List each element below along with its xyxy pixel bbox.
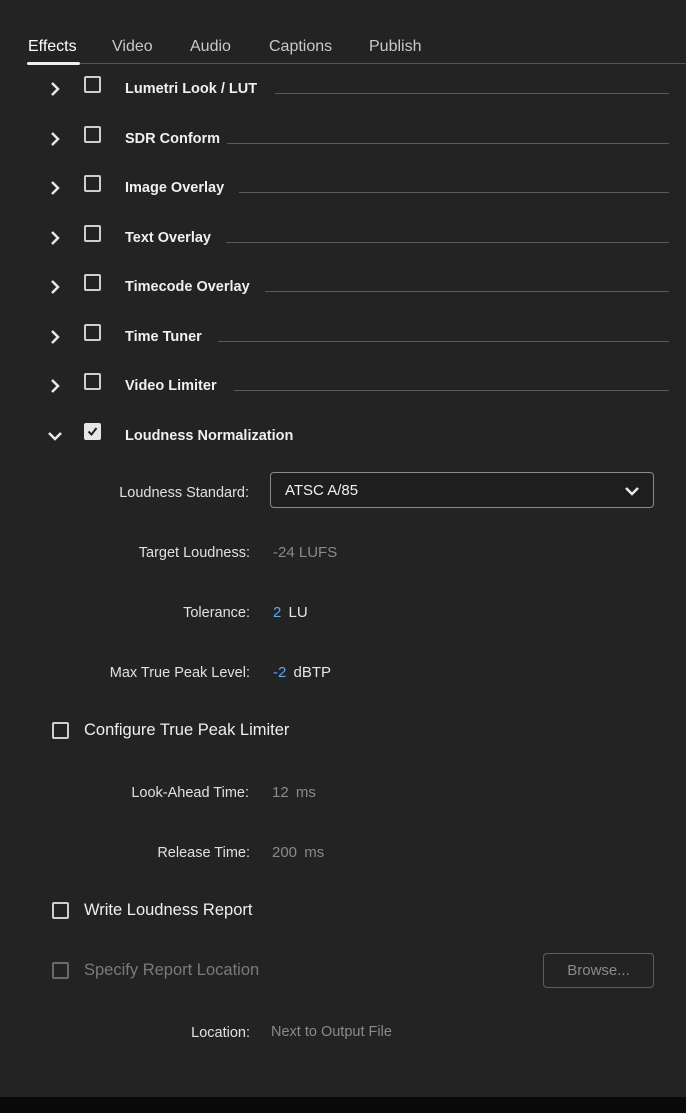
target-loudness-field: -24 LUFS [273, 544, 337, 561]
tolerance-field: 2 LU [273, 604, 308, 621]
effect-label[interactable]: Timecode Overlay [125, 279, 250, 295]
tab-publish[interactable]: Publish [369, 38, 421, 56]
effect-checkbox[interactable] [84, 175, 101, 192]
effect-checkbox[interactable] [84, 274, 101, 291]
effect-checkbox[interactable] [84, 373, 101, 390]
effect-label[interactable]: SDR Conform [125, 131, 220, 147]
effect-label[interactable]: Time Tuner [125, 329, 202, 345]
chevron-down-icon [623, 482, 641, 500]
section-divider [226, 242, 669, 243]
effect-section-image-overlay: Image Overlay [0, 172, 686, 202]
target-loudness-unit: LUFS [298, 544, 338, 561]
section-divider [218, 341, 669, 342]
effect-section-text-overlay: Text Overlay [0, 222, 686, 252]
effect-checkbox[interactable] [84, 225, 101, 242]
chevron-right-icon[interactable] [46, 377, 64, 395]
tolerance-label: Tolerance: [183, 605, 250, 621]
chevron-right-icon[interactable] [46, 278, 64, 296]
effect-label[interactable]: Lumetri Look / LUT [125, 81, 257, 97]
effect-label[interactable]: Video Limiter [125, 378, 217, 394]
section-divider [239, 192, 669, 193]
chevron-down-icon[interactable] [46, 427, 64, 445]
chevron-right-icon[interactable] [46, 80, 64, 98]
max-true-peak-field: -2 dBTP [273, 664, 331, 681]
tolerance-value[interactable]: 2 [273, 604, 281, 621]
loudness-standard-select[interactable]: ATSC A/85 [270, 472, 654, 508]
configure-limiter-checkbox[interactable] [52, 722, 69, 739]
effect-section-timecode-overlay: Timecode Overlay [0, 271, 686, 301]
effect-checkbox[interactable] [84, 126, 101, 143]
release-time-value: 200 [272, 844, 298, 861]
section-divider [265, 291, 669, 292]
tab-effects[interactable]: Effects [28, 38, 77, 56]
tolerance-unit: LU [288, 604, 308, 621]
loudness-standard-label: Loudness Standard: [119, 485, 249, 501]
chevron-right-icon[interactable] [46, 328, 64, 346]
specify-location-checkbox[interactable] [52, 962, 69, 979]
effect-section-loudness-normalization: Loudness Normalization [0, 420, 686, 450]
tab-video[interactable]: Video [112, 38, 153, 56]
effect-label[interactable]: Text Overlay [125, 230, 211, 246]
specify-location-label[interactable]: Specify Report Location [84, 961, 259, 980]
chevron-right-icon[interactable] [46, 229, 64, 247]
tab-captions[interactable]: Captions [269, 38, 332, 56]
section-divider [227, 143, 669, 144]
chevron-right-icon[interactable] [46, 130, 64, 148]
target-loudness-value: -24 [273, 544, 295, 561]
release-time-unit: ms [304, 844, 325, 861]
effect-section-lumetri: Lumetri Look / LUT [0, 73, 686, 103]
effect-section-time-tuner: Time Tuner [0, 321, 686, 351]
configure-limiter-label[interactable]: Configure True Peak Limiter [84, 721, 289, 740]
lookahead-time-field: 12 ms [272, 784, 316, 801]
location-value: Next to Output File [271, 1024, 392, 1040]
effect-section-sdr-conform: SDR Conform [0, 123, 686, 153]
location-label: Location: [191, 1025, 250, 1041]
browse-button[interactable]: Browse... [543, 953, 654, 988]
bottom-border [0, 1097, 686, 1113]
section-divider [275, 93, 669, 94]
effect-section-video-limiter: Video Limiter [0, 370, 686, 400]
lookahead-time-label: Look-Ahead Time: [131, 785, 249, 801]
release-time-label: Release Time: [157, 845, 250, 861]
active-tab-indicator [27, 62, 80, 65]
tab-divider [80, 63, 686, 64]
section-divider [234, 390, 669, 391]
lookahead-time-unit: ms [295, 784, 316, 801]
checkmark-icon [87, 427, 98, 437]
effect-checkbox[interactable] [84, 76, 101, 93]
write-report-label[interactable]: Write Loudness Report [84, 901, 252, 920]
tab-bar: Effects Video Audio Captions Publish [0, 0, 686, 66]
tab-audio[interactable]: Audio [190, 38, 231, 56]
lookahead-time-value: 12 [272, 784, 289, 801]
effect-label[interactable]: Loudness Normalization [125, 428, 293, 444]
max-true-peak-label: Max True Peak Level: [109, 665, 250, 681]
max-true-peak-value[interactable]: -2 [273, 664, 286, 681]
effect-checkbox[interactable] [84, 324, 101, 341]
effect-checkbox-checked[interactable] [84, 423, 101, 440]
write-report-checkbox[interactable] [52, 902, 69, 919]
loudness-standard-value: ATSC A/85 [285, 482, 359, 499]
max-true-peak-unit: dBTP [293, 664, 332, 681]
effect-label[interactable]: Image Overlay [125, 180, 224, 196]
target-loudness-label: Target Loudness: [138, 545, 250, 561]
release-time-field: 200 ms [272, 844, 324, 861]
chevron-right-icon[interactable] [46, 179, 64, 197]
